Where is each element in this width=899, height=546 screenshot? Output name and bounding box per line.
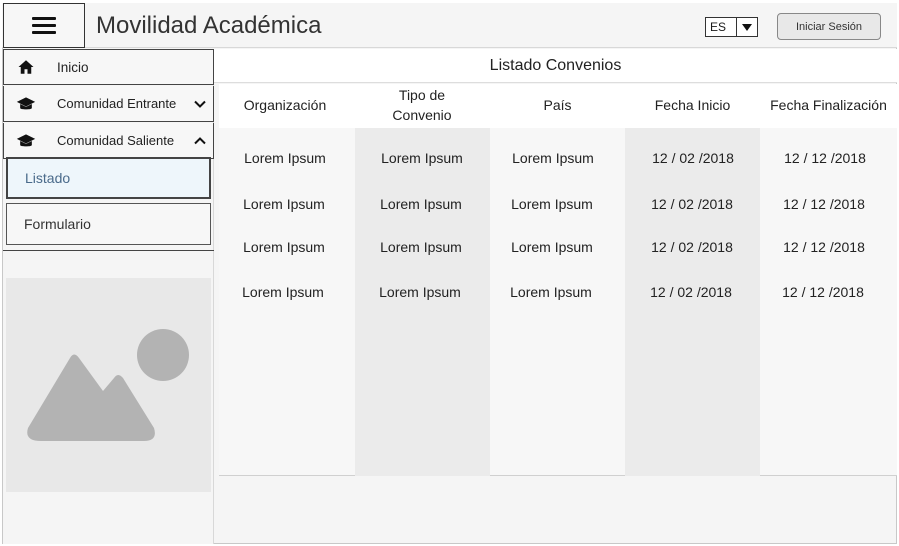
table-cell: Lorem Ipsum	[242, 284, 324, 300]
sidebar-item-label: Inicio	[57, 59, 89, 75]
table-header: Organización Tipo de Convenio País Fecha…	[219, 84, 897, 128]
hamburger-icon	[32, 17, 56, 34]
table-cell: Lorem Ipsum	[243, 196, 325, 212]
column-header[interactable]: País	[490, 84, 625, 128]
column-shade	[355, 128, 490, 476]
page-title: Listado Convenios	[214, 49, 897, 83]
table-cell: 12 / 02 /2018	[650, 284, 732, 300]
column-header[interactable]: Tipo de Convenio	[372, 84, 472, 128]
sidebar-item-inicio[interactable]: Inicio	[3, 49, 214, 85]
table-cell: Lorem Ipsum	[381, 150, 463, 166]
table-cell: Lorem Ipsum	[512, 150, 594, 166]
image-placeholder	[6, 278, 211, 492]
table-cell: 12 / 12 /2018	[783, 239, 865, 255]
table-cell: Lorem Ipsum	[511, 239, 593, 255]
table-cell: Lorem Ipsum	[510, 284, 592, 300]
table-cell: 12 / 02 /2018	[652, 150, 734, 166]
sidebar-item-comunidad-entrante[interactable]: Comunidad Entrante	[3, 86, 214, 122]
column-header[interactable]: Fecha Finalización	[760, 84, 897, 128]
graduation-cap-icon	[16, 131, 36, 151]
column-header[interactable]: Fecha Inicio	[625, 84, 760, 128]
graduation-cap-icon	[16, 94, 36, 114]
column-shade	[625, 128, 760, 476]
sidebar-item-label: Comunidad Saliente	[57, 133, 175, 148]
language-value: ES	[706, 18, 737, 36]
table-cell: 12 / 02 /2018	[651, 239, 733, 255]
sidebar-subitem-listado[interactable]: Listado	[6, 157, 211, 199]
login-button[interactable]: Iniciar Sesión	[777, 13, 881, 40]
language-select[interactable]: ES	[705, 17, 758, 37]
table-cell: 12 / 12 /2018	[784, 150, 866, 166]
divider	[3, 250, 214, 251]
app-title: Movilidad Académica	[96, 12, 322, 39]
chevron-up-icon[interactable]	[193, 134, 207, 148]
table-cell: Lorem Ipsum	[243, 239, 325, 255]
table-cell: Lorem Ipsum	[380, 196, 462, 212]
hamburger-menu-button[interactable]	[3, 3, 85, 48]
column-header[interactable]: Organización	[219, 84, 351, 128]
table-cell: Lorem Ipsum	[380, 239, 462, 255]
table-cell: 12 / 12 /2018	[782, 284, 864, 300]
image-placeholder-icon	[27, 329, 189, 441]
convenios-table: Organización Tipo de Convenio País Fecha…	[219, 84, 897, 476]
table-cell: Lorem Ipsum	[511, 196, 593, 212]
home-icon	[16, 57, 36, 77]
sidebar: Inicio Comunidad Entrante Comunidad Sali…	[3, 49, 214, 544]
table-cell: Lorem Ipsum	[379, 284, 461, 300]
table-cell: 12 / 12 /2018	[783, 196, 865, 212]
dropdown-arrow-icon[interactable]	[737, 18, 757, 36]
table-cell: 12 / 02 /2018	[651, 196, 733, 212]
sidebar-item-comunidad-saliente[interactable]: Comunidad Saliente	[3, 123, 214, 159]
chevron-down-icon[interactable]	[193, 97, 207, 111]
sidebar-subitem-formulario[interactable]: Formulario	[6, 203, 211, 245]
sidebar-item-label: Comunidad Entrante	[57, 96, 177, 111]
table-cell: Lorem Ipsum	[244, 150, 326, 166]
